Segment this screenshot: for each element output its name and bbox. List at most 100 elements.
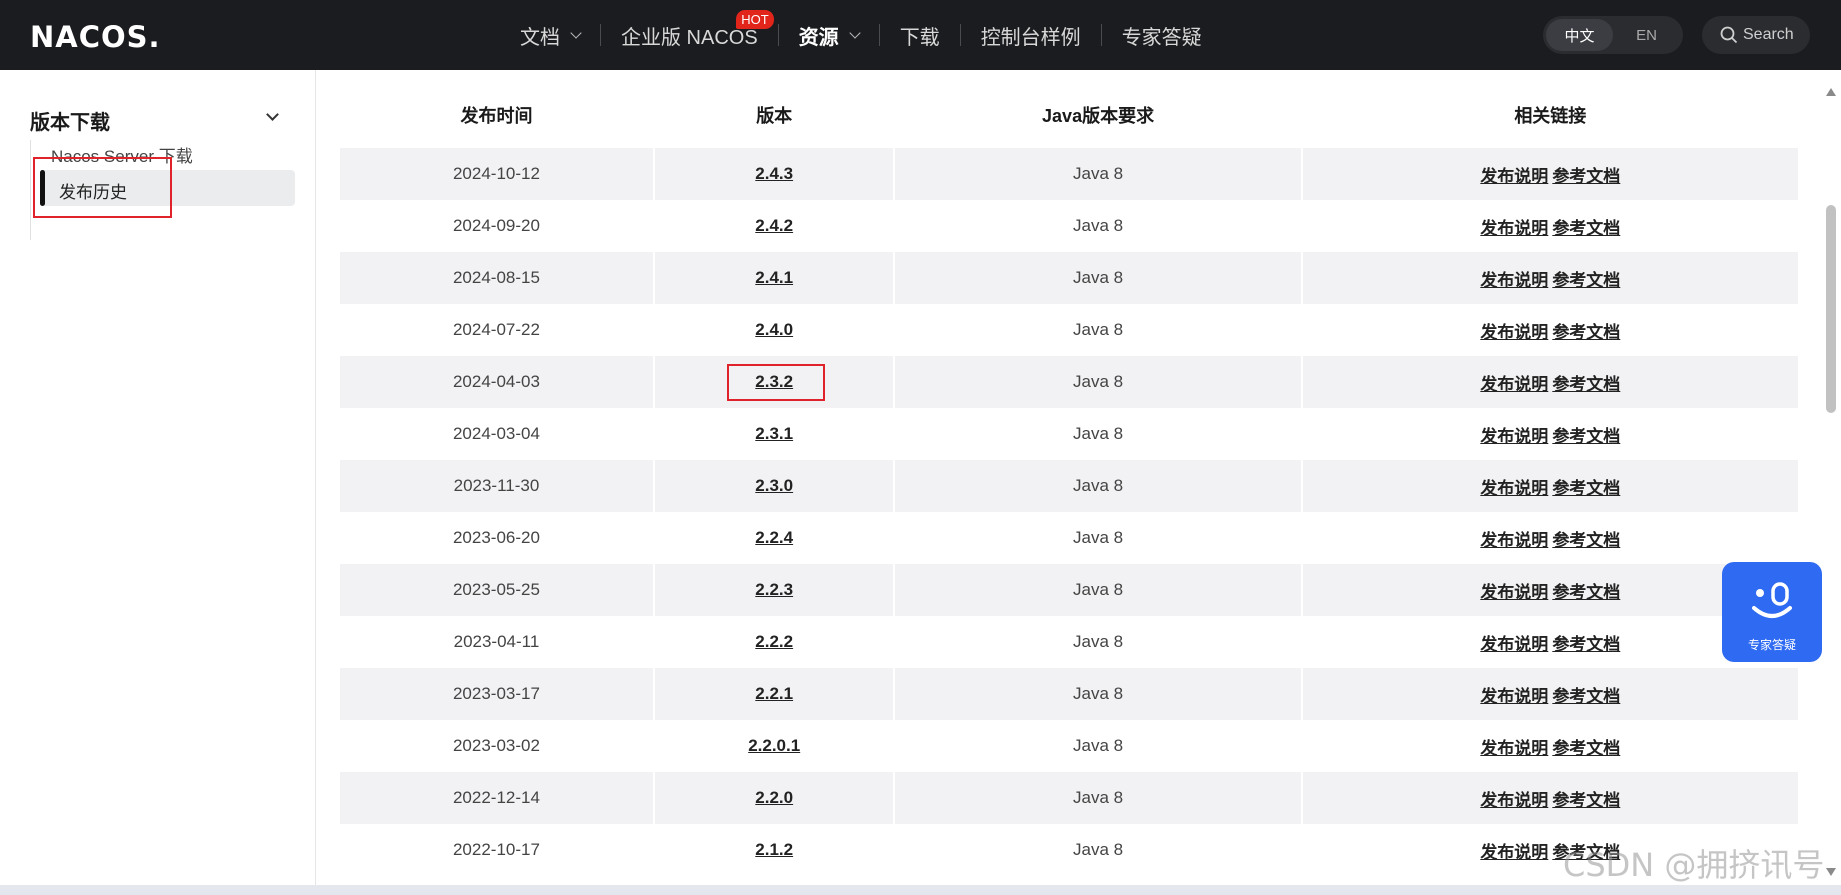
reference-docs-link[interactable]: 参考文档 bbox=[1552, 687, 1620, 706]
release-notes-link[interactable]: 发布说明 bbox=[1480, 739, 1548, 758]
version-link[interactable]: 2.4.2 bbox=[655, 200, 894, 252]
table-row: 2024-07-22 2.4.0 Java 8 发布说明 参考文档 bbox=[340, 304, 1798, 356]
version-link[interactable]: 2.1.2 bbox=[655, 824, 894, 876]
version-link[interactable]: 2.4.0 bbox=[655, 304, 894, 356]
reference-docs-link[interactable]: 参考文档 bbox=[1552, 479, 1620, 498]
nav-item-expert-qa[interactable]: 专家答疑 bbox=[1102, 0, 1222, 70]
release-notes-link[interactable]: 发布说明 bbox=[1480, 427, 1548, 446]
reference-docs-link[interactable]: 参考文档 bbox=[1552, 271, 1620, 290]
cell-java-requirement: Java 8 bbox=[1073, 736, 1124, 755]
release-notes-link[interactable]: 发布说明 bbox=[1480, 687, 1548, 706]
version-link[interactable]: 2.2.1 bbox=[654, 668, 894, 720]
cell-java-requirement: Java 8 bbox=[895, 772, 1301, 824]
scrollbar[interactable] bbox=[1824, 80, 1841, 880]
cell-links: 发布说明 参考文档 bbox=[1302, 356, 1798, 408]
nav-item-console-demo[interactable]: 控制台样例 bbox=[961, 0, 1101, 70]
version-link[interactable]: 2.2.4 bbox=[655, 512, 894, 564]
cell-java-requirement: Java 8 bbox=[895, 252, 1301, 304]
version-link[interactable]: 2.4.3 bbox=[654, 148, 894, 200]
bottom-strip bbox=[0, 885, 1841, 895]
cell-java-requirement: Java 8 bbox=[895, 564, 1301, 616]
version-link[interactable]: 2.3.1 bbox=[655, 408, 894, 460]
release-notes-link[interactable]: 发布说明 bbox=[1480, 843, 1548, 862]
reference-docs-link[interactable]: 参考文档 bbox=[1552, 427, 1620, 446]
release-notes-link[interactable]: 发布说明 bbox=[1480, 635, 1548, 654]
release-notes-link[interactable]: 发布说明 bbox=[1480, 583, 1548, 602]
cell-java-requirement: Java 8 bbox=[1073, 528, 1124, 547]
version-link[interactable]: 2.2.2 bbox=[655, 616, 894, 668]
release-history-table: 发布时间 版本 Java版本要求 相关链接 2024-10-12 2.4.3 Jav… bbox=[338, 82, 1800, 876]
reference-docs-link[interactable]: 参考文档 bbox=[1552, 791, 1620, 810]
cell-release-date: 2022-12-14 bbox=[340, 772, 653, 824]
reference-docs-link[interactable]: 参考文档 bbox=[1552, 635, 1620, 654]
cell-links: 发布说明 参考文档 bbox=[1302, 772, 1798, 824]
release-notes-link[interactable]: 发布说明 bbox=[1480, 479, 1548, 498]
cell-links: 发布说明 参考文档 bbox=[1303, 720, 1798, 772]
version-link[interactable]: 2.2.0 bbox=[654, 772, 894, 824]
scrollbar-thumb[interactable] bbox=[1826, 205, 1836, 413]
version-link[interactable]: 2.3.0 bbox=[654, 460, 894, 512]
table-row: 2023-03-02 2.2.0.1 Java 8 发布说明 参考文档 bbox=[340, 720, 1798, 772]
nav-item-download[interactable]: 下载 bbox=[880, 0, 960, 70]
version-link[interactable]: 2.2.3 bbox=[654, 564, 894, 616]
table-row: 2024-03-04 2.3.1 Java 8 发布说明 参考文档 bbox=[340, 408, 1798, 460]
cell-java-requirement: Java 8 bbox=[895, 148, 1301, 200]
highlight-box-release-history bbox=[33, 157, 172, 218]
nav-item-enterprise[interactable]: 企业版 NACOS HOT bbox=[601, 0, 778, 70]
release-notes-link[interactable]: 发布说明 bbox=[1480, 219, 1548, 238]
column-header-date: 发布时间 bbox=[460, 106, 533, 126]
release-notes-link[interactable]: 发布说明 bbox=[1480, 271, 1548, 290]
cell-release-date: 2023-05-25 bbox=[340, 564, 653, 616]
version-link[interactable]: 2.4.1 bbox=[654, 252, 894, 304]
reference-docs-link[interactable]: 参考文档 bbox=[1552, 375, 1620, 394]
nav-item-label: 下载 bbox=[899, 26, 940, 49]
watermark: CSDN @拥挤讯号 bbox=[1563, 846, 1825, 884]
cell-java-requirement: Java 8 bbox=[1073, 632, 1124, 651]
version-link[interactable]: 2.2.0.1 bbox=[655, 720, 894, 772]
reference-docs-link[interactable]: 参考文档 bbox=[1552, 739, 1620, 758]
nacos-logo[interactable]: NACOS. bbox=[30, 20, 161, 54]
reference-docs-link[interactable]: 参考文档 bbox=[1552, 219, 1620, 238]
reference-docs-link[interactable]: 参考文档 bbox=[1552, 167, 1620, 186]
lang-option-zh[interactable]: 中文 bbox=[1546, 19, 1613, 51]
chevron-down-icon[interactable] bbox=[266, 108, 279, 121]
release-notes-link[interactable]: 发布说明 bbox=[1480, 375, 1548, 394]
table-body: 2024-10-12 2.4.3 Java 8 发布说明 参考文档 2024-09-20 2… bbox=[340, 148, 1798, 876]
reference-docs-link[interactable]: 参考文档 bbox=[1552, 583, 1620, 602]
language-switch: 中文 EN bbox=[1543, 16, 1683, 54]
sidebar-section-title[interactable]: 版本下载 bbox=[30, 106, 110, 135]
search-button[interactable]: Search bbox=[1702, 16, 1810, 54]
top-nav-bar: NACOS. 文档 企业版 NACOS HOT 资源 下载 控制台样例 专家答疑… bbox=[0, 0, 1841, 70]
nav-item-resources[interactable]: 资源 bbox=[779, 0, 879, 70]
table-row: 2023-04-11 2.2.2 Java 8 发布说明 参考文档 bbox=[340, 616, 1798, 668]
cell-release-date: 2024-08-15 bbox=[340, 252, 653, 304]
release-notes-link[interactable]: 发布说明 bbox=[1480, 531, 1548, 550]
column-header-java: Java版本要求 bbox=[1042, 106, 1155, 126]
nav-item-docs[interactable]: 文档 bbox=[500, 0, 600, 70]
nav-item-label: 专家答疑 bbox=[1121, 26, 1202, 49]
sidebar-tree-line bbox=[30, 140, 31, 240]
table-row: 2023-05-25 2.2.3 Java 8 发布说明 参考文档 bbox=[340, 564, 1798, 616]
cell-release-date: 2022-10-17 bbox=[452, 840, 540, 859]
reference-docs-link[interactable]: 参考文档 bbox=[1552, 323, 1620, 342]
table-row: 2023-11-30 2.3.0 Java 8 发布说明 参考文档 bbox=[340, 460, 1798, 512]
hot-badge: HOT bbox=[736, 10, 774, 29]
cell-release-date: 2024-10-12 bbox=[340, 148, 653, 200]
cell-java-requirement: Java 8 bbox=[895, 460, 1301, 512]
search-label: Search bbox=[1743, 26, 1794, 43]
reference-docs-link[interactable]: 参考文档 bbox=[1552, 531, 1620, 550]
nav-item-label: 资源 bbox=[798, 26, 839, 49]
float-button-label: 专家答疑 bbox=[1747, 638, 1796, 652]
release-notes-link[interactable]: 发布说明 bbox=[1480, 323, 1548, 342]
scroll-down-arrow-icon[interactable] bbox=[1826, 868, 1836, 876]
lang-option-en[interactable]: EN bbox=[1613, 19, 1680, 51]
cell-java-requirement: Java 8 bbox=[895, 668, 1301, 720]
expert-qa-float-button[interactable]: 专家答疑 bbox=[1722, 562, 1822, 662]
cell-links: 发布说明 参考文档 bbox=[1302, 252, 1798, 304]
cell-links: 发布说明 参考文档 bbox=[1302, 460, 1798, 512]
scroll-up-arrow-icon[interactable] bbox=[1826, 88, 1836, 96]
release-notes-link[interactable]: 发布说明 bbox=[1480, 791, 1548, 810]
release-notes-link[interactable]: 发布说明 bbox=[1480, 167, 1548, 186]
cell-release-date: 2023-03-02 bbox=[452, 736, 540, 755]
cell-links: 发布说明 参考文档 bbox=[1302, 668, 1798, 720]
